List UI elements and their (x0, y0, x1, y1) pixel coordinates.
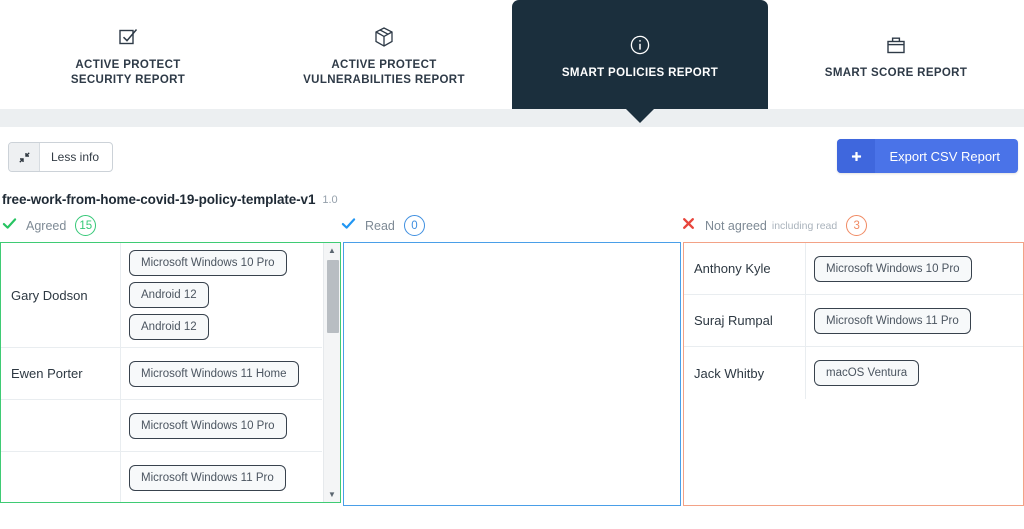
status-not-agreed-sublabel: including read (771, 219, 838, 232)
plus-icon (837, 139, 876, 173)
user-name: Gary Dodson (1, 243, 121, 347)
status-not-agreed-label: Not agreed (705, 218, 767, 233)
green-check-icon (2, 216, 17, 236)
agreed-scrollbar[interactable]: ▲ ▼ (323, 243, 340, 502)
tab-label: ACTIVE PROTECT SECURITY REPORT (70, 59, 186, 86)
not-agreed-rows: Anthony Kyle Microsoft Windows 10 Pro Sura… (684, 243, 1023, 399)
checkbox-checked-icon (116, 25, 140, 51)
tab-bar-divider (0, 109, 1024, 127)
less-info-label: Less info (51, 150, 100, 164)
table-row: Suraj Rumpal Microsoft Windows 11 Pro (684, 295, 1023, 347)
device-list: Microsoft Windows 10 Pro (806, 249, 1023, 289)
device-list: Microsoft Windows 10 Pro (121, 406, 322, 446)
device-list: Microsoft Windows 10 Pro Android 12 Androi… (121, 243, 322, 347)
device-list: Microsoft Windows 11 Pro (806, 301, 1023, 341)
user-name: Jack Whitby (684, 347, 806, 399)
status-read-label: Read (365, 218, 395, 233)
user-name: Anthony Kyle (684, 243, 806, 294)
collapse-arrows-icon (9, 143, 40, 171)
user-name (1, 400, 121, 451)
scroll-down-arrow-icon[interactable]: ▼ (324, 487, 340, 502)
user-name: Suraj Rumpal (684, 295, 806, 346)
tab-smart-policies-report[interactable]: SMART POLICIES REPORT (512, 0, 768, 123)
device-pill[interactable]: Microsoft Windows 11 Home (129, 360, 299, 387)
device-pill[interactable]: Microsoft Windows 11 Pro (814, 307, 971, 334)
red-x-icon (681, 216, 696, 236)
briefcase-icon (884, 33, 908, 59)
status-agreed[interactable]: Agreed 15 (2, 215, 97, 236)
scroll-up-arrow-icon[interactable]: ▲ (324, 243, 340, 258)
tab-smart-score-report[interactable]: SMART SCORE REPORT (768, 0, 1024, 109)
device-pill[interactable]: macOS Ventura (814, 360, 920, 386)
table-row: Jack Whitby macOS Ventura (684, 347, 1023, 399)
device-list: Microsoft Windows 11 Home (121, 354, 322, 394)
panel-not-agreed: Anthony Kyle Microsoft Windows 10 Pro Sura… (683, 242, 1024, 506)
status-header-row: Agreed 15 Read 0 Not agreed including re… (0, 207, 1024, 242)
status-not-agreed-count: 3 (846, 215, 868, 236)
panel-agreed: Gary Dodson Microsoft Windows 10 Pro Andro… (0, 242, 341, 503)
table-row: Microsoft Windows 10 Pro (1, 400, 322, 452)
agreed-rows: Gary Dodson Microsoft Windows 10 Pro Andro… (1, 243, 322, 502)
report-tab-bar: ACTIVE PROTECT SECURITY REPORT ACTIVE PR… (0, 0, 1024, 123)
policy-title-row: free-work-from-home-covid-19-policy-temp… (0, 181, 1024, 207)
device-list: Microsoft Windows 11 Pro (121, 458, 322, 498)
tab-active-protect-vulnerabilities-report[interactable]: ACTIVE PROTECT VULNERABILITIES REPORT (256, 0, 512, 109)
status-agreed-label: Agreed (26, 218, 67, 233)
policy-version: 1.0 (322, 194, 338, 206)
table-row: Ewen Porter Microsoft Windows 11 Home (1, 348, 322, 400)
tab-label: ACTIVE PROTECT VULNERABILITIES REPORT (303, 59, 465, 86)
user-name (1, 452, 121, 502)
scrollbar-thumb[interactable] (327, 260, 339, 333)
info-circle-icon (628, 33, 652, 59)
export-csv-report-button[interactable]: Export CSV Report (837, 139, 1018, 173)
report-panels: Gary Dodson Microsoft Windows 10 Pro Andro… (0, 242, 1024, 506)
device-list: macOS Ventura (806, 353, 1023, 393)
table-row: Gary Dodson Microsoft Windows 10 Pro Andro… (1, 243, 322, 348)
status-read[interactable]: Read 0 (341, 215, 425, 236)
table-row: Microsoft Windows 11 Pro (1, 452, 322, 502)
user-name: Ewen Porter (1, 348, 121, 399)
device-pill[interactable]: Microsoft Windows 10 Pro (129, 250, 287, 276)
less-info-button[interactable]: Less info (8, 142, 114, 172)
device-pill[interactable]: Microsoft Windows 10 Pro (129, 412, 287, 439)
package-box-icon (372, 25, 396, 51)
status-read-count: 0 (403, 215, 425, 236)
tab-active-protect-security-report[interactable]: ACTIVE PROTECT SECURITY REPORT (0, 0, 256, 109)
agreed-scroll-area: Gary Dodson Microsoft Windows 10 Pro Andro… (1, 243, 322, 502)
report-toolbar: Less info Export CSV Report (0, 127, 1024, 181)
tab-label: SMART SCORE REPORT (824, 66, 968, 79)
device-pill[interactable]: Microsoft Windows 11 Pro (129, 465, 286, 491)
device-pill[interactable]: Android 12 (129, 282, 209, 308)
export-csv-report-label: Export CSV Report (889, 148, 1000, 164)
device-pill[interactable]: Android 12 (129, 314, 209, 340)
policy-name: free-work-from-home-covid-19-policy-temp… (2, 192, 316, 207)
device-pill[interactable]: Microsoft Windows 10 Pro (814, 255, 972, 282)
status-agreed-count: 15 (75, 215, 97, 236)
table-row: Anthony Kyle Microsoft Windows 10 Pro (684, 243, 1023, 295)
panel-read (343, 242, 681, 506)
tab-label: SMART POLICIES REPORT (561, 66, 719, 79)
status-not-agreed[interactable]: Not agreed including read 3 (681, 215, 868, 236)
blue-check-icon (341, 216, 356, 236)
